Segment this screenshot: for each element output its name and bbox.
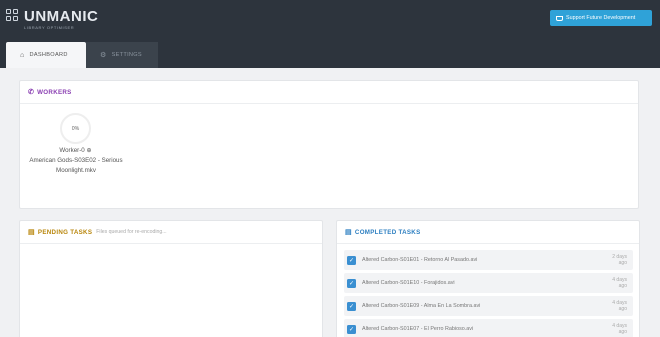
completed-task-name: Altered Carbon-S01E09 - Alma En La Sombr… <box>362 303 481 309</box>
completed-task-name: Altered Carbon-S01E07 - El Perro Rabioso… <box>362 326 474 332</box>
phone-icon: ✆ <box>28 89 35 96</box>
worker-file-title: American Gods-S03E02 - Serious Moonlight… <box>29 157 123 174</box>
check-icon: ✓ <box>347 324 356 334</box>
completed-task-age: 4 days ago <box>612 322 627 336</box>
tab-dashboard[interactable]: ⌂ DASHBOARD <box>6 42 86 68</box>
completed-task-age: 4 days ago <box>612 299 627 313</box>
tab-settings-label: SETTINGS <box>111 52 142 58</box>
support-button[interactable]: Support Future Development <box>550 10 652 26</box>
completed-task-age: 2 days ago <box>612 253 627 267</box>
completed-task-age: 4 days ago <box>612 276 627 290</box>
check-icon: ✓ <box>347 255 356 265</box>
worker-info-icon[interactable]: ⊕ <box>86 147 91 154</box>
coffee-cup-icon <box>556 15 563 21</box>
completed-tasks-header: ▤ COMPLETED TASKS <box>337 221 639 244</box>
completed-task-row[interactable]: ✓ Altered Carbon-S01E10 - Forajidos.avi … <box>344 273 633 293</box>
top-bar: UNMANIC LIBRARY OPTIMISER Support Future… <box>0 0 660 68</box>
logo-mark-icon <box>6 9 20 27</box>
worker-progress-circle: 0% <box>60 113 91 144</box>
pending-tasks-title: PENDING TASKS <box>37 228 93 236</box>
tab-dashboard-label: DASHBOARD <box>29 52 68 58</box>
completed-task-row[interactable]: ✓ Altered Carbon-S01E01 - Retorno Al Pas… <box>344 250 633 270</box>
gear-icon: ⚙ <box>100 52 107 59</box>
workers-title: WORKERS <box>37 88 72 96</box>
list-icon: ▤ <box>28 229 35 236</box>
app-logo[interactable]: UNMANIC LIBRARY OPTIMISER <box>6 9 98 30</box>
tab-settings[interactable]: ⚙ SETTINGS <box>86 42 158 68</box>
workers-header: ✆ WORKERS <box>20 81 638 104</box>
list-icon: ▤ <box>345 229 352 236</box>
logo-subtitle: LIBRARY OPTIMISER <box>24 25 75 30</box>
check-icon: ✓ <box>347 278 356 288</box>
worker-name[interactable]: Worker-0 ⊕ <box>20 147 131 154</box>
completed-task-name: Altered Carbon-S01E01 - Retorno Al Pasad… <box>362 257 478 263</box>
check-icon: ✓ <box>347 301 356 311</box>
worker-progress-percent: 0% <box>71 125 80 132</box>
pending-tasks-subtitle: Files queued for re-encoding... <box>96 229 167 235</box>
completed-tasks-panel: ▤ COMPLETED TASKS ✓ Altered Carbon-S01E0… <box>336 220 640 337</box>
support-button-label: Support Future Development <box>566 15 636 21</box>
home-icon: ⌂ <box>20 51 25 59</box>
pending-tasks-panel: ▤ PENDING TASKS Files queued for re-enco… <box>19 220 323 337</box>
completed-task-row[interactable]: ✓ Altered Carbon-S01E07 - El Perro Rabio… <box>344 319 633 337</box>
completed-task-row[interactable]: ✓ Altered Carbon-S01E09 - Alma En La Som… <box>344 296 633 316</box>
pending-tasks-header: ▤ PENDING TASKS Files queued for re-enco… <box>20 221 322 244</box>
completed-task-name: Altered Carbon-S01E10 - Forajidos.avi <box>362 280 455 286</box>
logo-name: UNMANIC <box>24 8 99 25</box>
completed-tasks-title: COMPLETED TASKS <box>354 228 421 236</box>
workers-panel: ✆ WORKERS 0% Worker-0 ⊕ American Gods-S0… <box>19 80 639 209</box>
